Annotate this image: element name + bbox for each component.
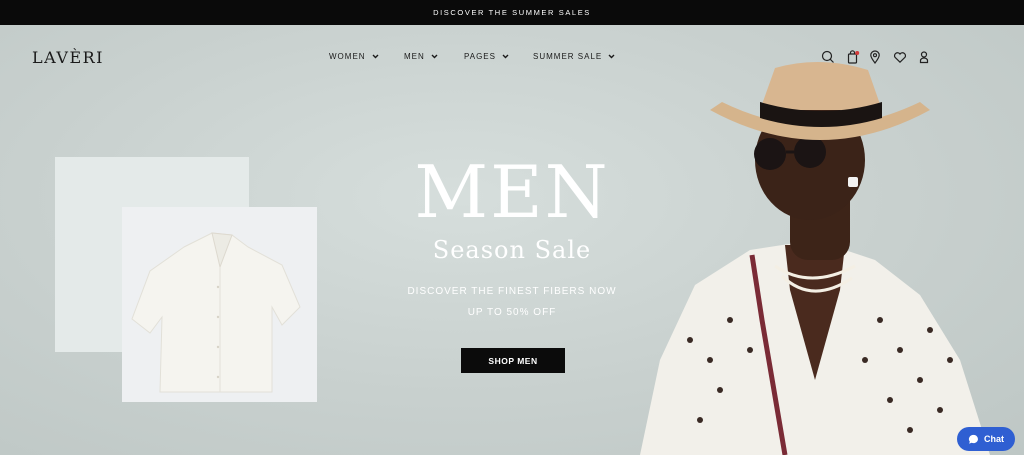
announcement-text[interactable]: DISCOVER THE SUMMER SALES bbox=[433, 8, 591, 17]
nav-women-label: WOMEN bbox=[329, 52, 366, 61]
announcement-bar[interactable]: DISCOVER THE SUMMER SALES bbox=[0, 0, 1024, 25]
chevron-down-icon bbox=[608, 54, 615, 59]
nav-pages-label: PAGES bbox=[464, 52, 496, 61]
chat-bubble-icon bbox=[968, 434, 978, 444]
chat-button[interactable]: Chat bbox=[957, 427, 1015, 451]
chevron-down-icon bbox=[431, 54, 438, 59]
chevron-down-icon bbox=[372, 54, 379, 59]
model-image bbox=[640, 61, 990, 455]
nav-women[interactable]: WOMEN bbox=[329, 52, 379, 61]
chevron-down-icon bbox=[502, 54, 509, 59]
nav-men-label: MEN bbox=[404, 52, 425, 61]
shop-men-button[interactable]: SHOP MEN bbox=[461, 348, 565, 373]
nav-pages[interactable]: PAGES bbox=[464, 52, 509, 61]
nav-summer-sale-label: SUMMER SALE bbox=[533, 52, 603, 61]
logo[interactable]: LAVÈRI bbox=[32, 48, 104, 67]
chat-label: Chat bbox=[984, 434, 1004, 444]
nav-men[interactable]: MEN bbox=[404, 52, 438, 61]
